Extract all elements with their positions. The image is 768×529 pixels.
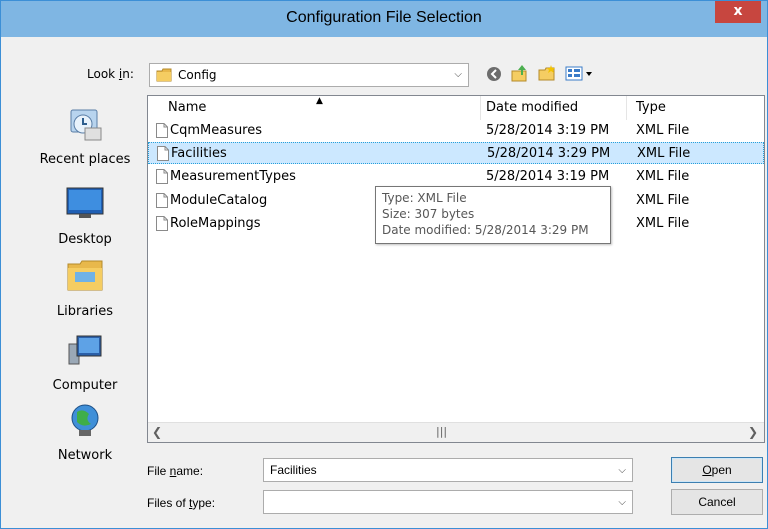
window-title: Configuration File Selection — [286, 9, 482, 26]
up-folder-icon — [511, 65, 527, 82]
file-name: Facilities — [171, 146, 227, 161]
place-label: Computer — [52, 378, 118, 393]
open-button[interactable]: Open — [671, 457, 763, 483]
file-name: RoleMappings — [170, 216, 261, 231]
tooltip-size: Size: 307 bytes — [382, 207, 475, 221]
column-separator[interactable] — [480, 96, 481, 120]
place-network[interactable]: Network — [31, 400, 139, 472]
file-name: CqmMeasures — [170, 123, 263, 138]
file-dialog: Configuration File Selection x Look in: … — [0, 0, 768, 529]
look-in-label: Look in: — [87, 67, 134, 81]
open-accel: O — [702, 463, 712, 477]
xml-file-icon — [156, 123, 168, 142]
xml-file-icon — [157, 146, 169, 165]
file-type: XML File — [637, 146, 691, 161]
place-computer[interactable]: Computer — [31, 330, 139, 402]
file-name-label: File name: — [147, 464, 203, 478]
look-in-value: Config — [178, 68, 217, 82]
close-button[interactable]: x — [715, 1, 761, 23]
scroll-thumb-grip-icon[interactable]: ||| — [436, 425, 447, 438]
file-name-value: Facilities — [270, 463, 317, 477]
file-type-label: Files of type: — [147, 496, 215, 510]
sort-ascending-icon: ▲ — [316, 96, 323, 106]
view-menu-button[interactable] — [564, 63, 596, 85]
file-name-label-suffix: ame: — [176, 464, 204, 478]
file-name-label-text: File — [147, 464, 170, 478]
place-recent-places[interactable]: Recent places — [31, 104, 139, 176]
column-header-type[interactable]: Type — [636, 100, 666, 115]
file-name: MeasurementTypes — [170, 169, 296, 184]
file-row[interactable]: MeasurementTypes 5/28/2014 3:19 PM XML F… — [148, 166, 764, 188]
file-name: ModuleCatalog — [170, 193, 268, 208]
file-info-tooltip: Type: XML File Size: 307 bytes Date modi… — [375, 186, 611, 244]
file-name-combo[interactable]: Facilities ⌵ — [263, 458, 633, 482]
chevron-down-icon: ⌵ — [454, 69, 462, 80]
scroll-left-icon[interactable]: ❮ — [152, 425, 162, 439]
back-button[interactable] — [484, 63, 506, 85]
column-header-name[interactable]: Name — [168, 100, 206, 115]
chevron-down-icon[interactable]: ⌵ — [618, 465, 626, 476]
folder-icon — [156, 68, 172, 85]
file-type-label-text: Files of — [147, 496, 190, 510]
place-label: Recent places — [39, 152, 131, 167]
xml-file-icon — [156, 216, 168, 235]
file-row[interactable]: CqmMeasures 5/28/2014 3:19 PM XML File — [148, 120, 764, 142]
horizontal-scrollbar[interactable]: ❮ ||| ❯ — [148, 422, 764, 442]
place-libraries[interactable]: Libraries — [31, 256, 139, 328]
file-type: XML File — [636, 169, 690, 184]
open-label-rest: pen — [711, 463, 732, 477]
file-type: XML File — [636, 123, 690, 138]
look-in-label-suffix: n: — [122, 67, 134, 81]
new-folder-icon — [538, 65, 555, 81]
computer-icon — [65, 330, 105, 370]
tooltip-type: Type: XML File — [382, 191, 467, 205]
file-type-label-suffix: ype: — [192, 496, 216, 510]
file-date: 5/28/2014 3:19 PM — [486, 123, 610, 138]
up-folder-button[interactable] — [510, 63, 532, 85]
place-label: Desktop — [58, 232, 112, 247]
file-list[interactable]: ▲ Name Date modified Type CqmMeasures 5/… — [147, 95, 765, 443]
file-row-selected[interactable]: Facilities 5/28/2014 3:29 PM XML File — [148, 142, 764, 164]
file-type: XML File — [636, 193, 690, 208]
file-type-combo[interactable]: ⌵ — [263, 490, 633, 514]
view-menu-icon — [565, 66, 592, 81]
look-in-combo[interactable]: Config ⌵ — [149, 63, 469, 87]
place-label: Network — [57, 448, 113, 463]
xml-file-icon — [156, 193, 168, 212]
file-date: 5/28/2014 3:29 PM — [487, 146, 611, 161]
look-in-label-text: Look — [87, 67, 119, 81]
place-label: Libraries — [56, 304, 114, 319]
places-bar: Recent places Desktop Libraries Computer… — [31, 96, 139, 468]
recent-places-icon — [65, 104, 105, 144]
tooltip-modified: Date modified: 5/28/2014 3:29 PM — [382, 223, 589, 237]
new-folder-button[interactable] — [537, 63, 559, 85]
xml-file-icon — [156, 169, 168, 188]
place-desktop[interactable]: Desktop — [31, 184, 139, 256]
scroll-right-icon[interactable]: ❯ — [748, 425, 758, 439]
desktop-icon — [65, 184, 105, 224]
column-header-date-modified[interactable]: Date modified — [486, 100, 578, 115]
cancel-button[interactable]: Cancel — [671, 489, 763, 515]
network-icon — [65, 400, 105, 440]
file-date: 5/28/2014 3:19 PM — [486, 169, 610, 184]
file-type: XML File — [636, 216, 690, 231]
column-separator[interactable] — [626, 96, 627, 120]
chevron-down-icon[interactable]: ⌵ — [618, 497, 626, 508]
back-arrow-icon — [487, 67, 501, 81]
title-bar[interactable]: Configuration File Selection x — [1, 1, 767, 37]
libraries-icon — [65, 256, 105, 296]
